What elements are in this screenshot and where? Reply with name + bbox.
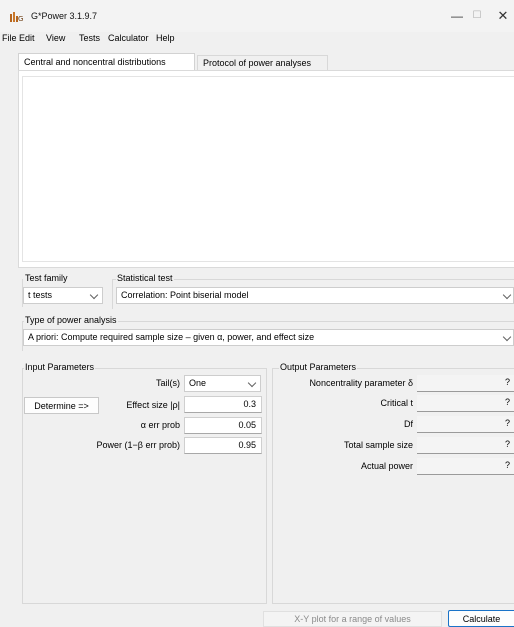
menu-view[interactable]: View	[46, 33, 65, 43]
effect-size-input[interactable]: 0.3	[184, 396, 262, 413]
noncentrality-output: ?	[417, 375, 514, 392]
chevron-down-icon	[89, 290, 99, 300]
menu-file[interactable]: File	[2, 33, 17, 43]
tails-label: Tail(s)	[156, 378, 180, 388]
tails-value: One	[189, 378, 207, 388]
power-label: Power (1−β err prob)	[96, 440, 180, 450]
output-parameters-title: Output Parameters	[279, 362, 358, 372]
actual-power-output: ?	[417, 458, 514, 475]
distribution-plot-area	[22, 76, 514, 262]
menu-edit[interactable]: Edit	[19, 33, 35, 43]
statistical-test-label: Statistical test	[116, 273, 174, 283]
df-label: Df	[404, 419, 413, 429]
power-analysis-value: A priori: Compute required sample size –…	[28, 332, 315, 342]
menu-help[interactable]: Help	[156, 33, 175, 43]
xy-plot-button[interactable]: X-Y plot for a range of values	[263, 611, 442, 627]
chevron-down-icon	[502, 332, 512, 342]
statistical-test-value: Correlation: Point biserial model	[121, 290, 249, 300]
total-sample-size-output: ?	[417, 437, 514, 454]
tails-select[interactable]: One	[184, 375, 261, 392]
window-title: G*Power 3.1.9.7	[31, 11, 98, 21]
alpha-input[interactable]: 0.05	[184, 417, 262, 434]
input-parameters-title: Input Parameters	[24, 362, 96, 372]
test-family-label: Test family	[24, 273, 69, 283]
test-family-value: t tests	[28, 290, 53, 300]
menu-calculator[interactable]: Calculator	[108, 33, 149, 43]
tab-bar: Central and noncentral distributions Pro…	[0, 46, 514, 72]
statistical-test-select[interactable]: Correlation: Point biserial model	[116, 287, 514, 304]
power-analysis-select[interactable]: A priori: Compute required sample size –…	[23, 329, 514, 346]
tab-protocol[interactable]: Protocol of power analyses	[197, 55, 328, 71]
critical-t-output: ?	[417, 395, 514, 412]
noncentrality-label: Noncentrality parameter δ	[309, 378, 413, 388]
menu-bar: File Edit View Tests Calculator Help	[0, 32, 514, 46]
effect-size-label: Effect size |ρ|	[126, 400, 180, 410]
chevron-down-icon	[247, 378, 257, 388]
chevron-down-icon	[502, 290, 512, 300]
determine-button[interactable]: Determine =>	[24, 397, 99, 414]
gpower-app-icon: G	[10, 11, 24, 23]
test-family-select[interactable]: t tests	[23, 287, 103, 304]
actual-power-label: Actual power	[360, 461, 413, 471]
total-sample-size-label: Total sample size	[343, 440, 413, 450]
close-icon[interactable]: ✕	[492, 4, 514, 28]
power-input[interactable]: 0.95	[184, 437, 262, 454]
df-output: ?	[417, 416, 514, 433]
svg-text:G: G	[18, 15, 23, 22]
calculate-button[interactable]: Calculate	[448, 610, 514, 627]
critical-t-label: Critical t	[380, 398, 413, 408]
title-bar: G G*Power 3.1.9.7 — ☐ ✕	[0, 0, 514, 32]
alpha-label: α err prob	[140, 420, 180, 430]
maximize-icon[interactable]: ☐	[464, 4, 490, 28]
menu-tests[interactable]: Tests	[79, 33, 100, 43]
power-analysis-label: Type of power analysis	[24, 315, 118, 325]
